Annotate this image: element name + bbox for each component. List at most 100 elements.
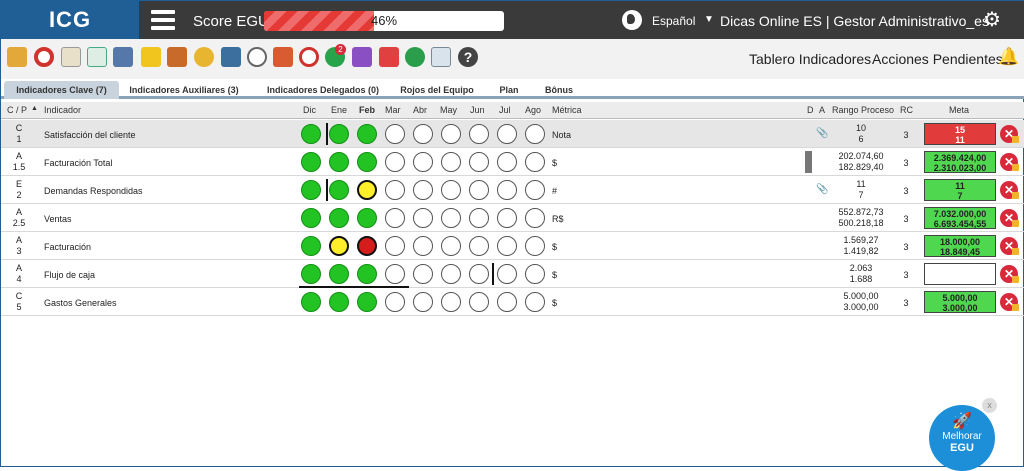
status-dot[interactable]	[525, 208, 545, 228]
status-dot[interactable]	[441, 208, 461, 228]
bricks-icon[interactable]	[273, 47, 293, 67]
meta-box[interactable]: 15 11	[924, 123, 996, 145]
indicator-name[interactable]: Satisfacción del cliente	[44, 130, 136, 140]
header-rango[interactable]: Rango Proceso	[832, 105, 894, 115]
header-d[interactable]: D	[807, 105, 814, 115]
tab-rojos-equipo[interactable]: Rojos del Equipo	[397, 81, 477, 99]
tab-plan[interactable]: Plan	[491, 81, 527, 99]
meta-box[interactable]: 7.032.000,00 6.693.454,55	[924, 207, 996, 229]
status-dot[interactable]	[329, 292, 349, 312]
table-row[interactable]: C 5 Gastos Generales $5.000,00 3.000,00 3 5.00…	[1, 288, 1024, 316]
meta-box[interactable]: 2.369.424,00 2.310.023,00	[924, 151, 996, 173]
status-dot[interactable]	[385, 208, 405, 228]
status-dot[interactable]	[385, 264, 405, 284]
edit-icon[interactable]	[7, 47, 27, 67]
tab-bonus[interactable]: Bônus	[539, 81, 579, 99]
table-row[interactable]: C 1 Satisfacción del cliente Nota 📎 10 6 3 15 11 ✕	[1, 120, 1024, 148]
status-dot[interactable]	[329, 124, 349, 144]
meta-box[interactable]: 18.000,00 18.849,45	[924, 235, 996, 257]
status-dot[interactable]	[329, 180, 349, 200]
pdf-icon[interactable]	[379, 47, 399, 67]
status-dot[interactable]	[441, 292, 461, 312]
sort-icon[interactable]: ▲	[31, 105, 38, 112]
status-dot[interactable]	[525, 264, 545, 284]
status-dot[interactable]	[441, 124, 461, 144]
target-icon[interactable]	[34, 47, 54, 67]
header-metrica[interactable]: Métrica	[552, 105, 582, 115]
bell-icon[interactable]: 🔔	[998, 47, 1019, 67]
award-icon[interactable]	[194, 47, 214, 67]
table-row[interactable]: E 2 Demandas Respondidas # 📎 11 7 3 11 7 ✕	[1, 176, 1024, 204]
status-dot[interactable]	[497, 180, 517, 200]
status-dot[interactable]	[525, 180, 545, 200]
header-month[interactable]: May	[440, 105, 457, 115]
globe-icon[interactable]	[622, 10, 642, 30]
header-a[interactable]: A	[819, 105, 825, 115]
status-dot[interactable]	[525, 152, 545, 172]
tab-indicadores-delegados[interactable]: Indicadores Delegados (0)	[259, 81, 387, 99]
status-dot[interactable]	[525, 124, 545, 144]
tab-indicadores-auxiliares[interactable]: Indicadores Auxiliares (3)	[125, 81, 243, 99]
team-icon[interactable]	[167, 47, 187, 67]
language-selector[interactable]: Español	[652, 14, 695, 28]
status-dot[interactable]	[385, 180, 405, 200]
status-dot[interactable]	[469, 236, 489, 256]
status-dot[interactable]	[357, 124, 377, 144]
status-dot[interactable]	[301, 292, 321, 312]
status-dot[interactable]	[497, 208, 517, 228]
status-dot[interactable]	[301, 124, 321, 144]
status-dot[interactable]	[469, 152, 489, 172]
status-dot[interactable]	[441, 180, 461, 200]
status-dot[interactable]	[301, 152, 321, 172]
indicator-name[interactable]: Facturación Total	[44, 158, 112, 168]
puzzle-icon[interactable]	[352, 47, 372, 67]
status-dot[interactable]	[357, 180, 377, 200]
status-dot[interactable]	[413, 124, 433, 144]
header-month[interactable]: Mar	[385, 105, 401, 115]
status-dot[interactable]	[441, 264, 461, 284]
status-dot[interactable]	[357, 264, 377, 284]
indicator-name[interactable]: Facturación	[44, 242, 91, 252]
header-month[interactable]: Feb	[359, 105, 375, 115]
header-month[interactable]: Abr	[413, 105, 427, 115]
table-row[interactable]: A 4 Flujo de caja $2.063 1.688 3 ✕	[1, 260, 1024, 288]
status-dot[interactable]	[497, 264, 517, 284]
list-icon[interactable]	[87, 47, 107, 67]
indicator-name[interactable]: Demandas Respondidas	[44, 186, 143, 196]
calendar-icon[interactable]	[221, 47, 241, 67]
status-dot[interactable]	[497, 236, 517, 256]
gear-icon[interactable]: ⚙	[983, 10, 1001, 30]
status-dot[interactable]	[413, 180, 433, 200]
user-info[interactable]: Dicas Online ES | Gestor Administrativo_…	[720, 13, 989, 29]
header-indicador[interactable]: Indicador	[44, 105, 81, 115]
meta-box[interactable]: 11 7	[924, 179, 996, 201]
indicator-name[interactable]: Flujo de caja	[44, 270, 95, 280]
status-dot[interactable]	[385, 124, 405, 144]
nav-tablero[interactable]: Tablero Indicadores	[749, 51, 871, 67]
table-row[interactable]: A 3 Facturación $1.569,27 1.419,82 3 18.000,00…	[1, 232, 1024, 260]
status-dot[interactable]	[357, 208, 377, 228]
status-dot[interactable]	[329, 208, 349, 228]
chart-icon[interactable]	[113, 47, 133, 67]
status-dot[interactable]	[497, 152, 517, 172]
status-dot[interactable]	[329, 264, 349, 284]
status-dot[interactable]	[525, 236, 545, 256]
header-month[interactable]: Dic	[303, 105, 316, 115]
status-dot[interactable]	[385, 152, 405, 172]
status-dot[interactable]	[525, 292, 545, 312]
close-icon[interactable]: x	[982, 398, 997, 413]
crosshair-icon[interactable]	[299, 47, 319, 67]
table-row[interactable]: A 1.5 Facturación Total $202.074,60 182.829,…	[1, 148, 1024, 176]
indicator-name[interactable]: Gastos Generales	[44, 298, 117, 308]
app-logo[interactable]: ICG	[1, 1, 139, 39]
presentation-icon[interactable]	[431, 47, 451, 67]
status-dot[interactable]	[357, 236, 377, 256]
nav-acciones[interactable]: Acciones Pendientes	[872, 51, 1003, 67]
status-dot[interactable]	[441, 152, 461, 172]
status-dot[interactable]	[469, 180, 489, 200]
status-dot[interactable]	[329, 152, 349, 172]
status-dot[interactable]	[469, 208, 489, 228]
help-icon[interactable]: ?	[458, 47, 478, 67]
header-cp[interactable]: C / P	[7, 105, 27, 115]
pdf-alert-icon[interactable]	[405, 47, 425, 67]
